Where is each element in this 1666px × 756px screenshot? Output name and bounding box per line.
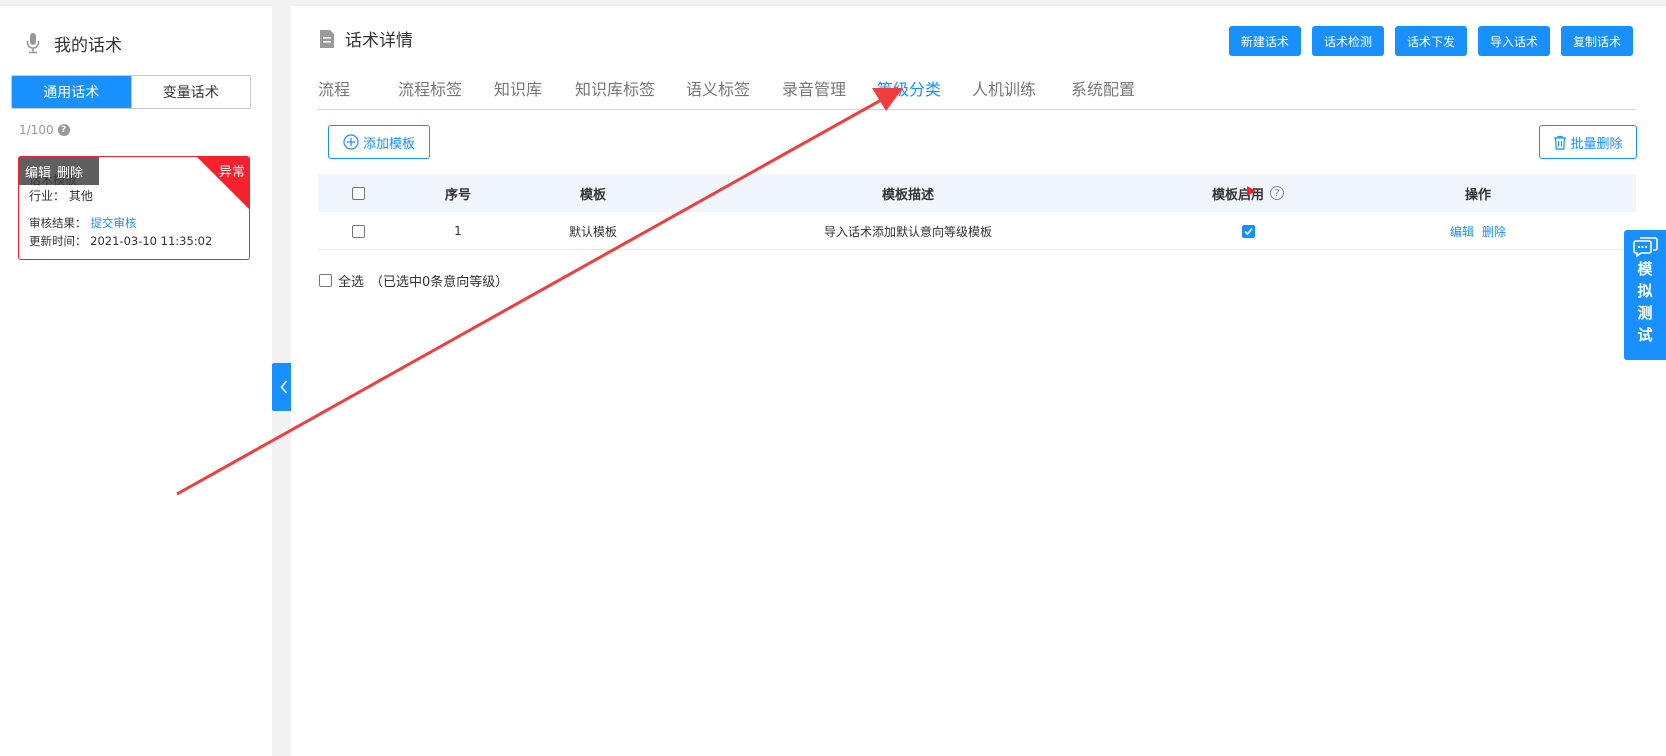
card-action-overlay: 编辑 删除: [19, 157, 99, 185]
import-script-button[interactable]: 导入话术: [1477, 26, 1550, 56]
header-select-checkbox[interactable]: [351, 186, 365, 200]
header-description: 模板描述: [881, 187, 934, 203]
row-delete-link[interactable]: 删除: [1482, 223, 1506, 240]
select-all-label[interactable]: 全选: [338, 271, 364, 290]
script-counter: 1/100 ?: [19, 123, 70, 137]
header-template: 模板: [579, 187, 606, 203]
tab-semantic-tags[interactable]: 语义标签: [686, 76, 750, 100]
script-detail-panel: 话术详情 新建话术 话术检测 话术下发 导入话术 复制话术 流程 流程标签 知识…: [291, 6, 1666, 756]
select-all-bar: 全选 （已选中0条意向等级）: [319, 271, 508, 290]
document-icon: [320, 29, 334, 48]
row-description: 导入话术添加默认意向等级模板: [823, 224, 992, 239]
page-title-text: 话术详情: [345, 31, 413, 51]
script-list-panel: 我的话术 通用话术 变量话术 1/100 ? 话术模板 行业： 其他 审核结果：…: [0, 6, 272, 756]
chat-bubble-icon: [1633, 237, 1658, 258]
trash-icon: [1554, 135, 1567, 150]
table-row: 1 默认模板 导入话术添加默认意向等级模板 编辑 删除: [318, 212, 1636, 250]
tab-flow[interactable]: 流程: [318, 76, 350, 100]
tab-flow-tags[interactable]: 流程标签: [398, 76, 462, 100]
batch-delete-button[interactable]: 批量删除: [1539, 125, 1637, 159]
row-edit-link[interactable]: 编辑: [1450, 223, 1474, 240]
review-label: 审核结果：: [29, 216, 87, 230]
select-all-checkbox[interactable]: [319, 274, 332, 287]
dispatch-script-button[interactable]: 话术下发: [1394, 26, 1467, 56]
detail-tabs: 流程 流程标签 知识库 知识库标签 语义标签 录音管理 等级分类 人机训练 系统…: [318, 64, 1636, 110]
row-index: 1: [454, 224, 462, 238]
header-enabled-label: 模板启用: [1211, 187, 1264, 203]
header-select-cell: [338, 174, 378, 212]
tab-recording-management[interactable]: 录音管理: [782, 76, 846, 100]
chevron-left-icon: [280, 380, 287, 394]
row-actions: 编辑 删除: [1418, 212, 1538, 250]
script-industry: 行业： 其他: [29, 189, 93, 203]
microphone-icon: [26, 33, 40, 54]
tab-level-classification[interactable]: 等级分类: [877, 76, 941, 100]
update-time: 更新时间： 2021-03-10 11:35:02: [29, 234, 213, 248]
script-card[interactable]: 话术模板 行业： 其他 审核结果：提交审核 更新时间： 2021-03-10 1…: [18, 156, 250, 260]
plus-circle-icon: [343, 134, 359, 150]
script-type-segment: 通用话术 变量话术: [11, 75, 251, 109]
tab-system-config[interactable]: 系统配置: [1071, 76, 1135, 100]
batch-delete-label: 批量删除: [1570, 136, 1623, 152]
panel-title-text: 我的话术: [54, 35, 122, 56]
header-actions: 操作: [1464, 187, 1491, 203]
copy-script-button[interactable]: 复制话术: [1560, 26, 1633, 56]
add-template-label: 添加模板: [362, 136, 415, 152]
tab-knowledge-base[interactable]: 知识库: [494, 76, 542, 100]
review-result: 审核结果： 提交审核: [29, 215, 137, 231]
row-select-checkbox[interactable]: [351, 224, 365, 238]
add-template-button[interactable]: 添加模板: [328, 125, 430, 159]
table-header: 序号 模板 模板描述 模板启用 ? 操作: [318, 174, 1636, 212]
selection-info: （已选中0条意向等级）: [370, 275, 509, 290]
panel-title: 我的话术: [26, 30, 122, 56]
page-title: 话术详情: [319, 26, 413, 51]
template-enabled-checkbox[interactable]: [1241, 224, 1255, 238]
submit-review-link[interactable]: 提交审核: [91, 216, 137, 230]
simulate-test-button[interactable]: 模拟测试: [1624, 230, 1666, 360]
segment-general-scripts[interactable]: 通用话术: [12, 76, 131, 108]
simulate-test-label: 模拟测试: [1637, 260, 1653, 344]
help-icon[interactable]: ?: [57, 124, 70, 136]
toolbar: 新建话术 话术检测 话术下发 导入话术 复制话术: [1228, 26, 1633, 56]
header-index: 序号: [444, 187, 471, 203]
script-count-text: 1/100: [19, 123, 54, 137]
row-template: 默认模板: [568, 224, 617, 239]
check-icon: [1243, 227, 1253, 235]
card-delete-button[interactable]: 删除: [57, 162, 83, 181]
sort-indicator-icon: [1247, 186, 1256, 196]
question-circle-icon[interactable]: ?: [1270, 186, 1284, 200]
tab-human-machine-training[interactable]: 人机训练: [972, 76, 1036, 100]
row-select-cell: [338, 212, 378, 250]
status-badge: 异常: [218, 165, 245, 180]
new-script-button[interactable]: 新建话术: [1228, 26, 1301, 56]
row-enabled-cell: [1168, 212, 1328, 250]
check-script-button[interactable]: 话术检测: [1311, 26, 1384, 56]
segment-variable-scripts[interactable]: 变量话术: [130, 76, 250, 108]
card-edit-button[interactable]: 编辑: [25, 162, 51, 181]
tab-knowledge-tags[interactable]: 知识库标签: [575, 76, 655, 100]
